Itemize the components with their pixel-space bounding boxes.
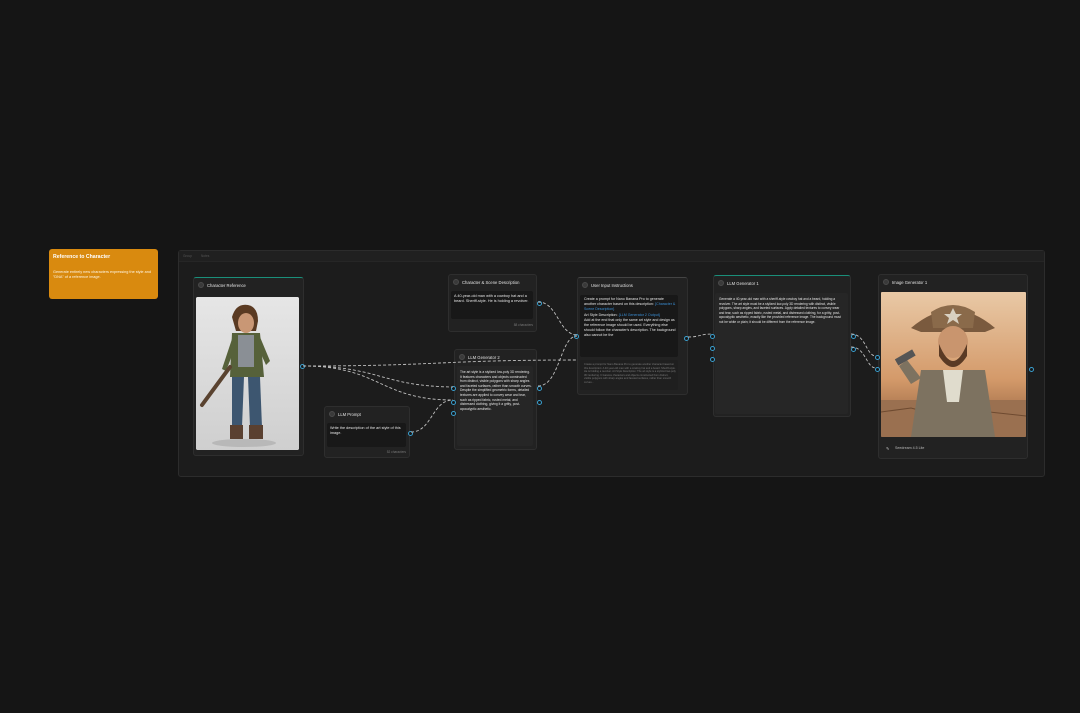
input-port-image[interactable] xyxy=(875,367,880,372)
sparkle-icon xyxy=(459,354,465,360)
input-port-prompt[interactable] xyxy=(875,355,880,360)
input-port-image[interactable] xyxy=(710,346,715,351)
prompt-text: Write the description of the art style o… xyxy=(330,426,401,436)
instructions-text-a: Create a prompt for Nano Banana Pro to g… xyxy=(584,297,664,307)
output-port[interactable] xyxy=(537,301,542,306)
char-count: 52 characters xyxy=(386,450,406,454)
note-title: Reference to Character xyxy=(53,254,111,260)
description-textarea[interactable]: A 40-year-old man with a cowboy hat and … xyxy=(451,291,533,319)
sparkle-icon xyxy=(718,280,724,286)
output-port[interactable] xyxy=(300,364,305,369)
char-count: 88 characters xyxy=(513,323,533,327)
input-port-extra[interactable] xyxy=(451,411,456,416)
image-icon xyxy=(883,279,889,285)
input-port-prompt[interactable] xyxy=(451,400,456,405)
node-title: LLM Generator 2 xyxy=(468,354,500,360)
text-icon xyxy=(582,282,588,288)
group-label: Group xyxy=(183,254,192,258)
compiled-prompt-text: Create a prompt for Nano Banana Pro to g… xyxy=(584,363,676,384)
input-port[interactable] xyxy=(574,334,579,339)
model-name: Seedream 4.5 Lite xyxy=(895,446,925,450)
input-port-image[interactable] xyxy=(451,386,456,391)
node-title: LLM Generator 1 xyxy=(727,280,759,286)
node-title: User Input Instructions xyxy=(591,282,633,288)
llm-prompt-node[interactable]: LLM Prompt Write the description of the … xyxy=(324,406,413,458)
compiled-prompt-preview: Create a prompt for Nano Banana Pro to g… xyxy=(580,360,678,390)
output-port-2[interactable] xyxy=(851,347,856,352)
output-port[interactable] xyxy=(408,431,413,436)
description-text: A 40-year-old man with a cowboy hat and … xyxy=(454,294,529,304)
instructions-textarea[interactable]: Create a prompt for Nano Banana Pro to g… xyxy=(580,295,678,357)
node-title: Character Reference xyxy=(207,282,246,288)
prompt-textarea[interactable]: Write the description of the art style o… xyxy=(327,423,406,447)
character-scene-description-node[interactable]: Character & Scene Description A 40-year-… xyxy=(448,274,542,332)
llm-output[interactable]: Generate a 40-year-old man with a sherif… xyxy=(715,293,848,414)
instructions-text-c: Add at the end that only the same art st… xyxy=(584,317,676,338)
input-port-prompt[interactable] xyxy=(710,334,715,339)
input-port-extra[interactable] xyxy=(710,357,715,362)
model-icon: ✎ xyxy=(886,446,890,451)
instructions-text-b: Art Style Description: xyxy=(584,312,619,317)
node-title: Character & Scene Description xyxy=(462,279,520,285)
character-reference-node[interactable]: Character Reference xyxy=(193,277,305,456)
llm-output-text: The art style is a stylized low-poly 3D … xyxy=(460,370,532,411)
image-icon xyxy=(198,282,204,288)
model-selector[interactable]: ✎ Seedream 4.5 Lite xyxy=(881,442,1024,455)
group-header[interactable]: Group Notes xyxy=(179,251,1044,262)
user-input-instructions-node[interactable]: User Input Instructions Create a prompt … xyxy=(574,277,689,395)
note-description: Generate entirely new characters express… xyxy=(53,270,151,280)
output-port[interactable] xyxy=(851,334,856,339)
output-port[interactable] xyxy=(537,386,542,391)
image-generator-1-node[interactable]: Image Generator 1 ✎ Seedream 4.5 Lite xyxy=(875,274,1034,459)
group-sub-label: Notes xyxy=(201,254,210,258)
output-port[interactable] xyxy=(1029,367,1034,372)
llm-output-text: Generate a 40-year-old man with a sherif… xyxy=(719,297,841,324)
node-title: LLM Prompt xyxy=(338,411,361,417)
llm-generator-1-node[interactable]: LLM Generator 1 Generate a 40-year-old m… xyxy=(710,275,856,417)
text-icon xyxy=(329,411,335,417)
output-port-2[interactable] xyxy=(537,400,542,405)
variable-tag-art-style[interactable]: {LLM Generator 2 Output} xyxy=(619,313,660,317)
generated-image[interactable] xyxy=(881,292,1026,437)
text-icon xyxy=(453,279,459,285)
llm-output[interactable]: The art style is a stylized low-poly 3D … xyxy=(457,366,533,446)
sticky-note[interactable]: Reference to Character Generate entirely… xyxy=(49,249,158,299)
reference-image[interactable] xyxy=(196,297,299,450)
llm-generator-2-node[interactable]: LLM Generator 2 The art style is a styli… xyxy=(451,349,542,450)
output-port[interactable] xyxy=(684,336,689,341)
node-title: Image Generator 1 xyxy=(892,279,928,285)
